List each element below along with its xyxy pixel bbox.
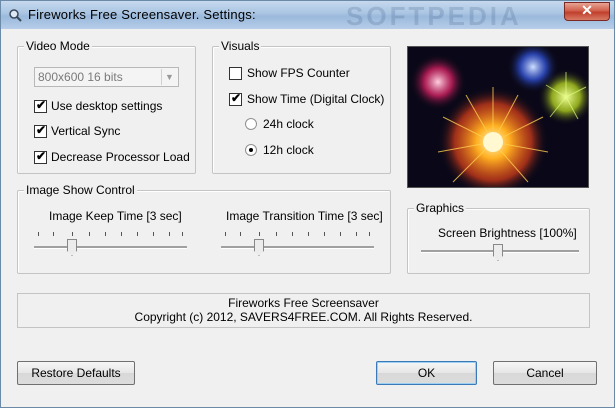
graphics-label: Graphics (414, 201, 467, 215)
slider-tick (53, 232, 54, 236)
slider-tick (369, 232, 370, 236)
use-desktop-settings-label[interactable]: Use desktop settings (51, 99, 162, 113)
slider-tick (121, 232, 122, 236)
slider-tick (308, 232, 309, 236)
image-keep-time-label: Image Keep Time [3 sec] (49, 209, 182, 223)
copyright-text: Copyright (c) 2012, SAVERS4FREE.COM. All… (134, 310, 473, 324)
slider-tick (137, 232, 138, 236)
video-mode-label: Video Mode (24, 39, 92, 53)
decrease-processor-load-label[interactable]: Decrease Processor Load (51, 150, 190, 164)
slider-tick (182, 232, 183, 236)
screen-brightness-label: Screen Brightness [100%] (438, 226, 577, 240)
close-button[interactable]: ✕ (564, 2, 610, 21)
clock-12h-radio[interactable] (245, 144, 257, 156)
image-transition-time-label: Image Transition Time [3 sec] (226, 209, 383, 223)
slider-tick (105, 232, 106, 236)
slider-tick (356, 232, 357, 236)
resolution-value: 800x600 16 bits (38, 70, 123, 84)
ok-button[interactable]: OK (376, 361, 477, 385)
slider-tick (240, 232, 241, 236)
slider-tick (225, 232, 226, 236)
radio-dot-icon (249, 148, 253, 152)
settings-window: Fireworks Free Screensaver. Settings: SO… (0, 0, 615, 408)
slider-tick (340, 232, 341, 236)
graphics-group: Graphics (407, 201, 590, 274)
show-fps-counter-checkbox[interactable] (229, 67, 242, 80)
slider-tick (259, 232, 260, 236)
fireworks-preview-image (407, 46, 589, 188)
restore-defaults-button[interactable]: Restore Defaults (17, 361, 135, 385)
watermark: SOFTPEDIA (346, 1, 522, 31)
cancel-button[interactable]: Cancel (493, 361, 597, 385)
resolution-select: 800x600 16 bits ▼ (34, 67, 179, 87)
vertical-sync-checkbox[interactable]: ✔ (34, 123, 47, 138)
show-time-checkbox[interactable]: ✔ (229, 91, 242, 106)
fireworks-image (408, 47, 588, 187)
slider-track (221, 246, 374, 249)
slider-tick (324, 232, 325, 236)
slider-tick (89, 232, 90, 236)
clock-24h-label[interactable]: 24h clock (263, 117, 314, 131)
visuals-label: Visuals (219, 39, 262, 53)
show-fps-counter-label[interactable]: Show FPS Counter (247, 66, 350, 80)
product-name: Fireworks Free Screensaver (228, 296, 379, 310)
image-show-control-label: Image Show Control (24, 183, 137, 197)
clock-12h-label[interactable]: 12h clock (263, 143, 314, 157)
slider-track (34, 246, 187, 249)
slider-tick (72, 232, 73, 236)
checkmark-icon: ✔ (36, 123, 47, 137)
info-box: Fireworks Free Screensaver Copyright (c)… (17, 293, 590, 328)
slider-tick (276, 232, 277, 236)
checkmark-icon: ✔ (36, 98, 47, 112)
magnifier-icon (9, 9, 22, 22)
slider-tick (38, 232, 39, 236)
show-time-label[interactable]: Show Time (Digital Clock) (247, 92, 384, 106)
clock-24h-radio[interactable] (245, 118, 257, 130)
window-title: Fireworks Free Screensaver. Settings: (28, 7, 256, 22)
decrease-processor-load-checkbox[interactable]: ✔ (34, 149, 47, 164)
checkmark-icon: ✔ (231, 91, 242, 105)
close-icon: ✕ (581, 2, 593, 18)
use-desktop-settings-checkbox[interactable]: ✔ (34, 98, 47, 113)
checkmark-icon: ✔ (36, 149, 47, 163)
slider-tick (292, 232, 293, 236)
chevron-down-icon: ▼ (161, 69, 177, 85)
image-show-control-group: Image Show Control (17, 183, 391, 274)
vertical-sync-label[interactable]: Vertical Sync (51, 124, 120, 138)
slider-tick (153, 232, 154, 236)
title-bar[interactable]: Fireworks Free Screensaver. Settings: SO… (1, 1, 614, 31)
slider-tick (169, 232, 170, 236)
